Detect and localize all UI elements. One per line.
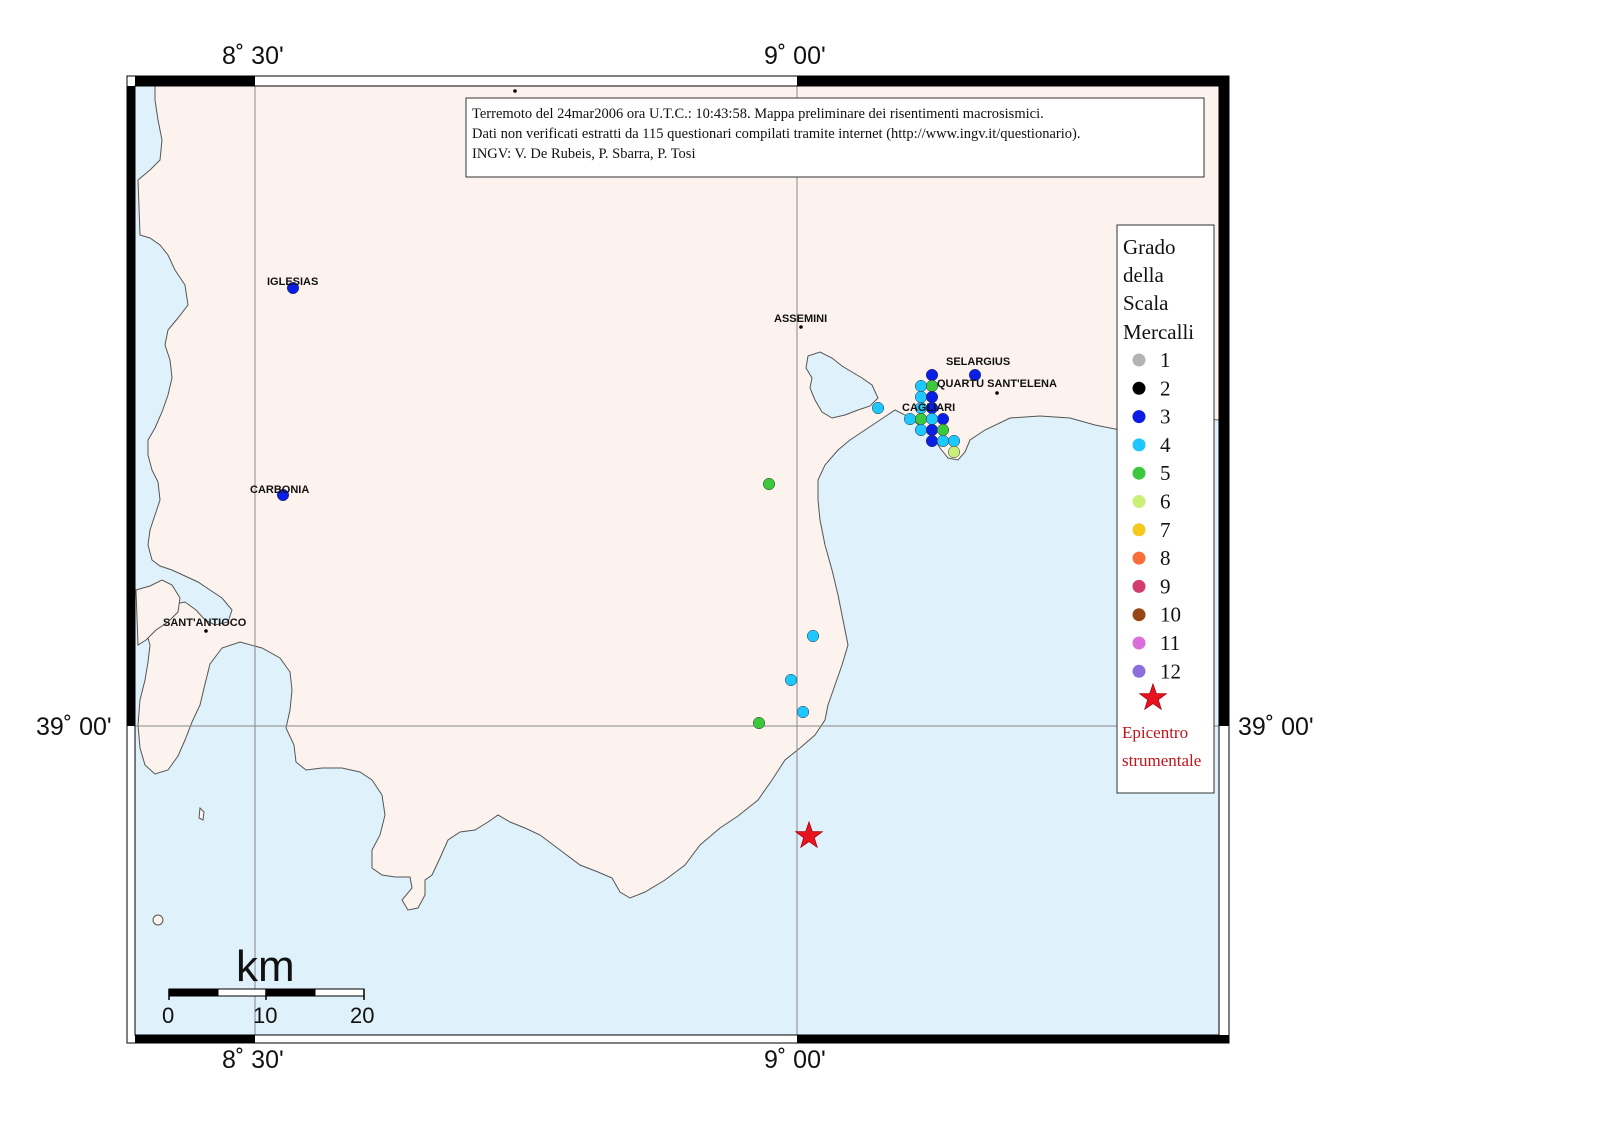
scale-seg-1	[168, 988, 219, 997]
lon-tick-top-8-30: 8˚ 30'	[222, 42, 284, 70]
lon-tick-top-9-00: 9˚ 00'	[764, 42, 826, 70]
intensity-point	[806, 629, 820, 643]
legend-grade-1-marker	[1132, 353, 1146, 367]
legend-grade-2-marker	[1132, 381, 1146, 395]
legend-epicenter-line-2: strumentale	[1122, 751, 1201, 770]
city-label-cagliari: CAGLIARI	[902, 402, 955, 414]
city-label-assemini: ASSEMINI	[774, 313, 827, 325]
city-dot-sant-antioco	[204, 629, 208, 633]
lon-tick-bottom-8-30: 8˚ 30'	[222, 1046, 284, 1074]
legend-grade-3-label: 3	[1160, 405, 1171, 429]
islet	[152, 914, 164, 926]
intensity-point	[936, 434, 950, 448]
legend-grade-11-marker	[1132, 636, 1146, 650]
intensity-point	[903, 412, 917, 426]
scale-seg-3	[265, 988, 316, 997]
legend-grade-5-label: 5	[1160, 461, 1171, 485]
scale-label-10: 10	[253, 1003, 277, 1028]
scale-seg-4	[314, 988, 365, 997]
lon-tick-bottom-9-00: 9˚ 00'	[764, 1046, 826, 1074]
legend-grade-5-marker	[1132, 466, 1146, 480]
intensity-point	[947, 434, 961, 448]
legend-title-line-4: Mercalli	[1123, 320, 1194, 344]
intensity-point	[925, 423, 939, 437]
legend-grade-1-label: 1	[1160, 348, 1171, 372]
frame-bar-right	[1219, 86, 1229, 726]
legend-grade-10-marker	[1132, 608, 1146, 622]
info-line-1: Terremoto del 24mar2006 ora U.T.C.: 10:4…	[472, 106, 1044, 122]
intensity-point	[947, 445, 961, 459]
macroseismic-map: 8˚ 30' 9˚ 00' 8˚ 30' 9˚ 00' 39˚ 00' 39˚ …	[36, 42, 1314, 1074]
legend-grade-11-label: 11	[1160, 631, 1180, 655]
info-line-3: INGV: V. De Rubeis, P. Sbarra, P. Tosi	[472, 146, 695, 162]
frame-bar-left	[127, 86, 135, 726]
legend-title-line-2: della	[1123, 263, 1164, 287]
scale-label-0: 0	[162, 1003, 174, 1028]
city-label-iglesias: IGLESIAS	[267, 276, 318, 288]
intensity-point	[925, 434, 939, 448]
intensity-point	[936, 423, 950, 437]
city-label-carbonia: CARBONIA	[250, 484, 309, 496]
scale-label-20: 20	[350, 1003, 374, 1028]
intensity-point	[914, 412, 928, 426]
legend-grade-7-label: 7	[1160, 518, 1171, 542]
intensity-point	[914, 423, 928, 437]
city-label-quartu: QUARTU SANT'ELENA	[937, 378, 1057, 390]
city-label-sant-antioco: SANT'ANTIOCO	[163, 617, 247, 629]
intensity-point	[752, 716, 766, 730]
legend-grade-7-marker	[1132, 523, 1146, 537]
legend-grade-10-label: 10	[1160, 603, 1181, 627]
scale-unit-label: km	[236, 942, 295, 991]
city-dot-assemini	[799, 325, 803, 329]
legend-title-line-3: Scala	[1123, 291, 1169, 315]
legend-grade-8-label: 8	[1160, 546, 1171, 570]
intensity-point	[936, 412, 950, 426]
intensity-point	[796, 705, 810, 719]
intensity-point	[871, 401, 885, 415]
lat-tick-right: 39˚ 00'	[1238, 713, 1314, 741]
intensity-point	[784, 673, 798, 687]
legend-grade-6-label: 6	[1160, 490, 1171, 514]
legend-grade-4-marker	[1132, 438, 1146, 452]
intensity-point	[914, 379, 928, 393]
intensity-point	[925, 412, 939, 426]
city-dot-quartu	[995, 391, 999, 395]
city-dot-north	[513, 89, 517, 93]
legend-grade-12-marker	[1132, 664, 1146, 678]
lat-tick-left: 39˚ 00'	[36, 713, 112, 741]
legend-grade-2-label: 2	[1160, 376, 1171, 400]
frame-bar-bottom-1	[135, 1035, 255, 1043]
legend-grade-3-marker	[1132, 410, 1146, 424]
intensity-point	[762, 477, 776, 491]
legend-grade-12-label: 12	[1160, 659, 1181, 683]
legend-grade-9-marker	[1132, 579, 1146, 593]
frame-bar-bottom-2	[797, 1035, 1229, 1043]
frame-bar-top-2	[797, 76, 1229, 86]
legend-epicenter-line-1: Epicentro	[1122, 723, 1188, 742]
legend-grade-8-marker	[1132, 551, 1146, 565]
frame-bar-top-1	[135, 76, 255, 86]
legend-grade-6-marker	[1132, 495, 1146, 508]
legend-title-line-1: Grado	[1123, 235, 1175, 259]
info-line-2: Dati non verificati estratti da 115 ques…	[472, 126, 1080, 142]
scale-seg-2	[217, 988, 267, 997]
city-label-selargius: SELARGIUS	[946, 356, 1010, 368]
legend-grade-9-label: 9	[1160, 574, 1171, 598]
legend-grade-4-label: 4	[1160, 433, 1171, 457]
